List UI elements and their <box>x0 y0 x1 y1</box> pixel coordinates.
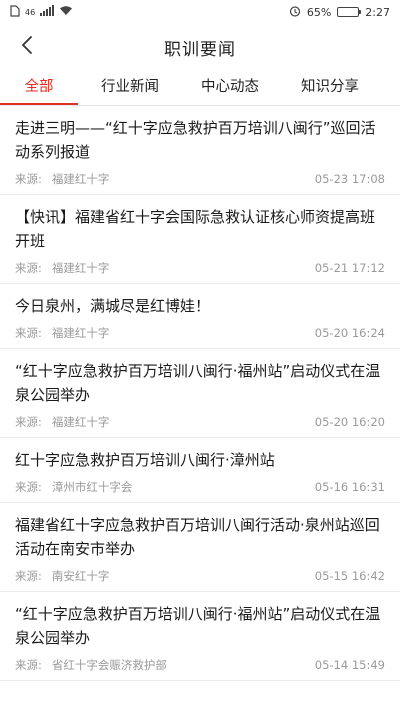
source-name: 漳州市红十字会 <box>51 480 133 494</box>
news-item[interactable]: 福建省红十字应急救护百万培训八闽行活动·泉州站巡回活动在南安市举办 来源: 南安红… <box>0 503 400 592</box>
news-title: 走进三明——“红十字应急救护百万培训八闽行”巡回活动系列报道 <box>15 119 376 161</box>
tab-industry-news[interactable]: 行业新闻 <box>82 75 178 105</box>
status-left: 46 <box>10 4 73 20</box>
source-label: 来源: <box>15 658 42 672</box>
news-source: 来源: 省红十字会赈济救护部 <box>15 657 167 673</box>
source-label: 来源: <box>15 172 42 186</box>
news-title: 今日泉州，满城尽是红博娃！ <box>15 297 211 315</box>
source-label: 来源: <box>15 569 42 583</box>
source-name: 省红十字会赈济救护部 <box>51 658 167 672</box>
battery-percent: 65% <box>306 5 332 19</box>
alarm-icon <box>289 5 301 20</box>
news-time: 05-23 17:08 <box>314 172 385 186</box>
app-header: 职训要闻 <box>0 24 400 70</box>
status-bar: 46 65% 2:27 <box>0 0 400 24</box>
source-label: 来源: <box>15 480 42 494</box>
status-right: 65% 2:27 <box>289 5 390 20</box>
source-label: 来源: <box>15 261 42 275</box>
news-item[interactable]: 红十字应急救护百万培训八闽行·漳州站 来源: 漳州市红十字会 05-16 16:3… <box>0 438 400 503</box>
tab-knowledge-sharing[interactable]: 知识分享 <box>282 75 378 105</box>
news-meta: 来源: 福建红十字 05-20 16:20 <box>15 407 385 437</box>
news-time: 05-14 15:49 <box>314 658 385 672</box>
source-name: 福建红十字 <box>51 326 110 340</box>
news-meta: 来源: 福建红十字 05-21 17:12 <box>15 253 385 283</box>
signal-icon <box>40 5 55 19</box>
chevron-left-icon <box>20 35 34 59</box>
news-meta: 来源: 省红十字会赈济救护部 05-14 15:49 <box>15 650 385 680</box>
source-name: 福建红十字 <box>51 415 110 429</box>
news-source: 来源: 福建红十字 <box>15 171 109 187</box>
news-time: 05-15 16:42 <box>314 569 385 583</box>
news-source: 来源: 福建红十字 <box>15 260 109 276</box>
news-list: 走进三明——“红十字应急救护百万培训八闽行”巡回活动系列报道 来源: 福建红十字 … <box>0 106 400 681</box>
news-source: 来源: 福建红十字 <box>15 414 109 430</box>
tab-all[interactable]: 全部 <box>0 75 78 105</box>
sim-icon <box>10 4 20 20</box>
news-item[interactable]: “红十字应急救护百万培训八闽行·福州站”启动仪式在温泉公园举办 来源: 福建红十字… <box>0 349 400 438</box>
news-meta: 来源: 漳州市红十字会 05-16 16:31 <box>15 472 385 502</box>
wifi-icon <box>59 5 73 19</box>
battery-icon <box>337 7 362 17</box>
source-name: 福建红十字 <box>51 172 110 186</box>
page-title: 职训要闻 <box>164 39 236 60</box>
news-time: 05-21 17:12 <box>314 261 385 275</box>
source-name: 南安红十字 <box>51 569 110 583</box>
tab-center-updates[interactable]: 中心动态 <box>182 75 278 105</box>
news-item[interactable]: 【快讯】福建省红十字会国际急救认证核心师资提高班开班 来源: 福建红十字 05-2… <box>0 195 400 284</box>
clock: 2:27 <box>365 5 390 19</box>
news-title: 福建省红十字应急救护百万培训八闽行活动·泉州站巡回活动在南安市举办 <box>15 516 380 558</box>
news-meta: 来源: 福建红十字 05-23 17:08 <box>15 164 385 194</box>
news-item[interactable]: 走进三明——“红十字应急救护百万培训八闽行”巡回活动系列报道 来源: 福建红十字 … <box>0 106 400 195</box>
source-label: 来源: <box>15 326 42 340</box>
news-source: 来源: 南安红十字 <box>15 568 109 584</box>
signal-text: 46 <box>25 7 36 17</box>
source-label: 来源: <box>15 415 42 429</box>
news-meta: 来源: 福建红十字 05-20 16:24 <box>15 318 385 348</box>
news-item[interactable]: “红十字应急救护百万培训八闽行·福州站”启动仪式在温泉公园举办 来源: 省红十字会… <box>0 592 400 681</box>
news-title: “红十字应急救护百万培训八闽行·福州站”启动仪式在温泉公园举办 <box>15 362 381 404</box>
news-time: 05-20 16:20 <box>314 415 385 429</box>
news-time: 05-16 16:31 <box>314 480 385 494</box>
news-meta: 来源: 南安红十字 05-15 16:42 <box>15 561 385 591</box>
news-source: 来源: 漳州市红十字会 <box>15 479 132 495</box>
news-source: 来源: 福建红十字 <box>15 325 109 341</box>
back-button[interactable] <box>10 30 44 64</box>
news-title: 【快讯】福建省红十字会国际急救认证核心师资提高班开班 <box>15 208 376 250</box>
source-name: 福建红十字 <box>51 261 110 275</box>
news-title: 红十字应急救护百万培训八闽行·漳州站 <box>15 451 275 469</box>
news-time: 05-20 16:24 <box>314 326 385 340</box>
news-item[interactable]: 今日泉州，满城尽是红博娃！ 来源: 福建红十字 05-20 16:24 <box>0 284 400 349</box>
category-tabs: 全部 行业新闻 中心动态 知识分享 <box>0 70 400 106</box>
news-title: “红十字应急救护百万培训八闽行·福州站”启动仪式在温泉公园举办 <box>15 605 381 647</box>
